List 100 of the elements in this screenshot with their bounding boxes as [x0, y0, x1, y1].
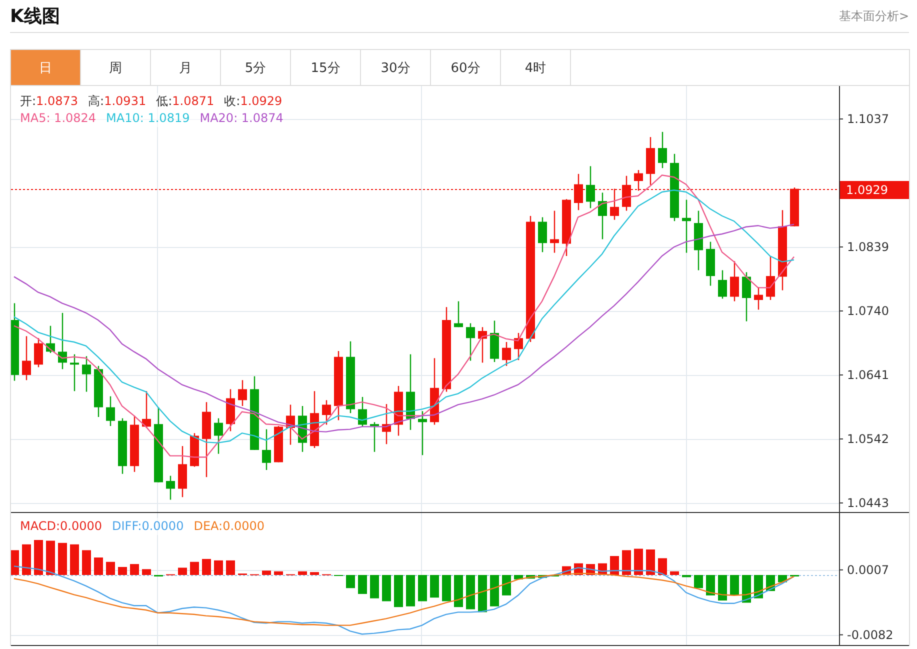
- candlestick: [538, 217, 547, 252]
- candlestick: [634, 170, 643, 191]
- candlestick: [58, 312, 67, 370]
- histogram-bar: [46, 540, 55, 575]
- histogram-bar: [262, 570, 271, 575]
- quote-label: 高:: [88, 93, 104, 110]
- candlestick: [106, 396, 115, 426]
- histogram-bar: [310, 572, 319, 575]
- legend-entry: MA5: 1.0824: [20, 110, 96, 127]
- candlestick: [646, 137, 655, 185]
- histogram-bar: [274, 571, 283, 575]
- candlestick: [82, 356, 91, 392]
- candlestick: [478, 327, 487, 363]
- candlestick: [322, 400, 331, 425]
- candlestick: [298, 406, 307, 452]
- histogram-bar: [418, 575, 427, 602]
- candlestick: [238, 380, 247, 406]
- legend-entry: DIFF:0.0000: [112, 518, 184, 535]
- histogram-bar: [382, 575, 391, 602]
- histogram-bar: [742, 575, 751, 603]
- candlestick: [226, 389, 235, 432]
- legend-entry: MACD:0.0000: [20, 518, 102, 535]
- candlestick: [130, 416, 139, 472]
- histogram-bar: [226, 560, 235, 575]
- histogram-bar: [358, 575, 367, 594]
- histogram-bar: [118, 566, 127, 575]
- histogram-bar: [466, 575, 475, 610]
- histogram-bar: [730, 575, 739, 596]
- quote-label: 开:: [20, 93, 36, 110]
- page-title: K线图: [10, 5, 60, 28]
- candlestick: [790, 188, 799, 226]
- candlestick: [286, 404, 295, 445]
- quote-label: 低:: [156, 93, 172, 110]
- candlestick: [466, 323, 475, 361]
- histogram-bar: [214, 560, 223, 575]
- histogram-bar: [658, 558, 667, 575]
- histogram-bar: [94, 557, 103, 575]
- candlestick: [766, 256, 775, 300]
- histogram-bar: [22, 544, 31, 575]
- histogram-bar: [610, 556, 619, 575]
- candlestick: [454, 301, 463, 328]
- quote-value: 1.0931: [104, 93, 146, 110]
- histogram-bar: [538, 575, 547, 578]
- histogram-bar: [406, 575, 415, 606]
- candlestick: [622, 176, 631, 211]
- histogram-bar: [634, 548, 643, 575]
- legend-entry: DEA:0.0000: [194, 518, 265, 535]
- histogram-bar: [58, 542, 67, 575]
- candlestick: [274, 426, 283, 462]
- axis-label: 1.0443: [847, 496, 889, 510]
- quote-value: 1.0873: [36, 93, 78, 110]
- candlestick: [670, 154, 679, 222]
- candlestick: [190, 433, 199, 467]
- histogram-bar: [34, 540, 43, 575]
- candlestick: [142, 391, 151, 428]
- histogram-bar: [346, 575, 355, 588]
- histogram-bar: [646, 549, 655, 575]
- histogram-bar: [514, 575, 523, 580]
- quote-value: 1.0871: [172, 93, 214, 110]
- histogram-bar: [202, 558, 211, 575]
- candlestick: [550, 210, 559, 253]
- axis-label: 1.0542: [847, 432, 889, 446]
- analysis-link[interactable]: 基本面分析>: [838, 8, 909, 24]
- histogram-bar: [706, 575, 715, 596]
- axis-label: 1.0641: [847, 368, 889, 382]
- candlestick: [118, 418, 127, 474]
- histogram-bar: [82, 550, 91, 575]
- axis-label: 1.1037: [847, 112, 889, 126]
- histogram-bar: [490, 575, 499, 606]
- histogram-bar: [502, 575, 511, 596]
- histogram-bar: [298, 571, 307, 575]
- candlestick: [418, 411, 427, 456]
- histogram-bar: [718, 575, 727, 601]
- candlestick: [706, 242, 715, 286]
- candlestick: [46, 326, 55, 353]
- histogram-bar: [130, 564, 139, 575]
- candlestick: [718, 270, 727, 299]
- candlestick: [382, 404, 391, 444]
- candlestick: [178, 446, 187, 498]
- candlestick: [70, 354, 79, 392]
- histogram-bar: [478, 575, 487, 612]
- histogram-bar: [190, 562, 199, 575]
- histogram-bar: [682, 575, 691, 578]
- histogram-bar: [622, 550, 631, 575]
- histogram-bar: [142, 569, 151, 575]
- histogram-bar: [442, 575, 451, 602]
- candlestick: [214, 418, 223, 454]
- candlestick: [514, 332, 523, 360]
- candlestick: [586, 166, 595, 208]
- candlestick: [262, 429, 271, 470]
- candlestick: [730, 261, 739, 302]
- candlestick: [682, 200, 691, 253]
- candlestick: [490, 320, 499, 362]
- candlestick: [94, 366, 103, 417]
- candlestick: [574, 174, 583, 210]
- candlestick: [310, 391, 319, 448]
- histogram-bar: [694, 575, 703, 588]
- histogram-bar: [178, 568, 187, 575]
- candlestick: [430, 358, 439, 425]
- axis-label: 1.0839: [847, 240, 889, 254]
